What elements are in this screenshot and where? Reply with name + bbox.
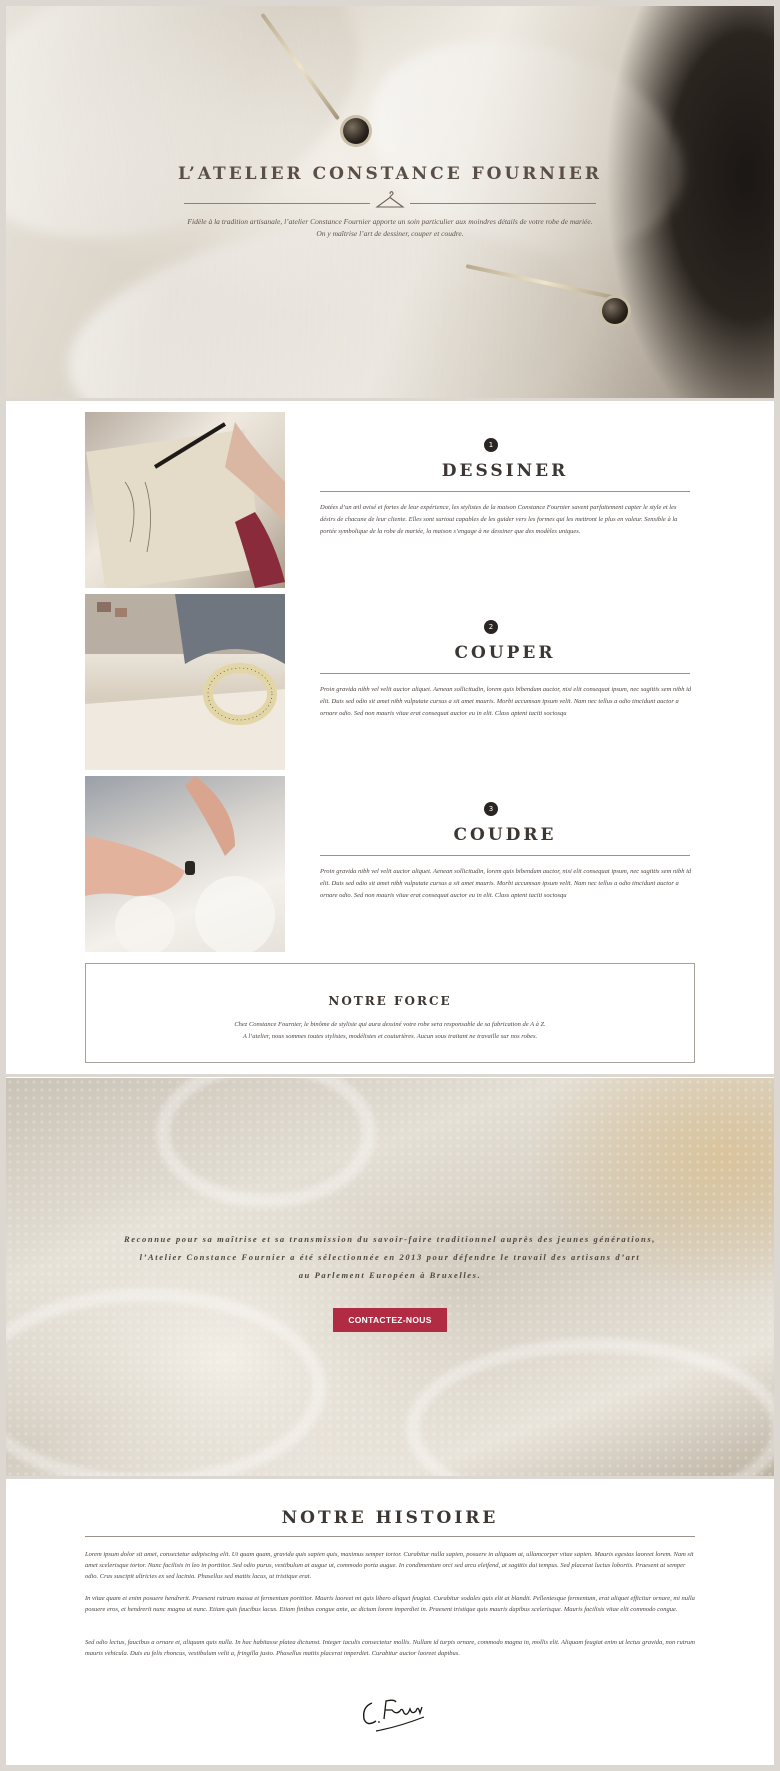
notre-force-title: NOTRE FORCE — [328, 994, 452, 1008]
step-text-couper: Proin gravida nibh vel velit auctor aliq… — [320, 686, 692, 717]
histoire-paragraph: In vitae quam et enim posuere hendrerit.… — [85, 1595, 695, 1613]
recognition-text: Reconnue pour sa maîtrise et sa transmis… — [86, 1230, 694, 1284]
step-text-dessiner: Dotées d’un œil avisé et fortes de leur … — [320, 504, 678, 535]
contact-button[interactable]: CONTACTEZ-NOUS — [333, 1308, 447, 1332]
site-title: L’ATELIER CONSTANCE FOURNIER — [178, 164, 602, 184]
photo-cutting-fabric — [85, 594, 285, 770]
step-rule — [320, 673, 690, 674]
force-line-1: Chez Constance Fournier, le binôme de st… — [234, 1021, 546, 1028]
step-title-couper: COUPER — [454, 643, 556, 663]
step-rule — [320, 855, 690, 856]
hanger-icon — [375, 191, 405, 208]
photo-drawing-sketch — [85, 412, 285, 588]
step-title-coudre: COUDRE — [453, 825, 557, 845]
signature — [362, 1699, 425, 1732]
hero-banner: L’ATELIER CONSTANCE FOURNIER Fidèle à la… — [6, 6, 774, 398]
section-divider — [6, 398, 774, 401]
title-rule-left — [184, 203, 370, 204]
section-divider — [6, 1074, 774, 1077]
recognition-line-3: au Parlement Européen à Bruxelles. — [298, 1270, 482, 1280]
step-text-coudre: Proin gravida nibh vel velit auctor aliq… — [320, 868, 692, 899]
pin-head — [343, 118, 369, 144]
force-line-2: A l’atelier, nous sommes toutes styliste… — [242, 1033, 538, 1040]
notre-force-text: Chez Constance Fournier, le binôme de st… — [86, 1019, 694, 1043]
lace-banner: Reconnue pour sa maîtrise et sa transmis… — [6, 1078, 774, 1476]
tagline-line-1: Fidèle à la tradition artisanale, l’atel… — [187, 217, 593, 226]
hero-tagline: Fidèle à la tradition artisanale, l’atel… — [6, 216, 774, 240]
tagline-line-2: On y maîtrise l’art de dessiner, couper … — [316, 229, 464, 238]
step-title-dessiner: DESSINER — [441, 461, 569, 481]
step-number-badge: 3 — [484, 802, 498, 816]
title-rule-right — [410, 203, 596, 204]
step-number-badge: 2 — [484, 620, 498, 634]
histoire-paragraph: Sed odio lectus, faucibus a ornare et, a… — [85, 1639, 695, 1657]
photo-sewing-lace — [85, 776, 285, 952]
step-rule — [320, 491, 690, 492]
histoire-rule — [85, 1536, 695, 1537]
section-divider — [6, 1476, 774, 1479]
step-number-badge: 1 — [484, 438, 498, 452]
notre-force-box: NOTRE FORCE Chez Constance Fournier, le … — [85, 963, 695, 1063]
recognition-line-2: l’Atelier Constance Fournier a été sélec… — [139, 1252, 641, 1262]
pin-head — [602, 298, 628, 324]
page-frame: L’ATELIER CONSTANCE FOURNIER Fidèle à la… — [6, 6, 774, 1765]
histoire-paragraph: Lorem ipsum dolor sit amet, consectetur … — [85, 1551, 694, 1580]
recognition-line-1: Reconnue pour sa maîtrise et sa transmis… — [124, 1234, 656, 1244]
notre-histoire-title: NOTRE HISTOIRE — [281, 1508, 499, 1528]
